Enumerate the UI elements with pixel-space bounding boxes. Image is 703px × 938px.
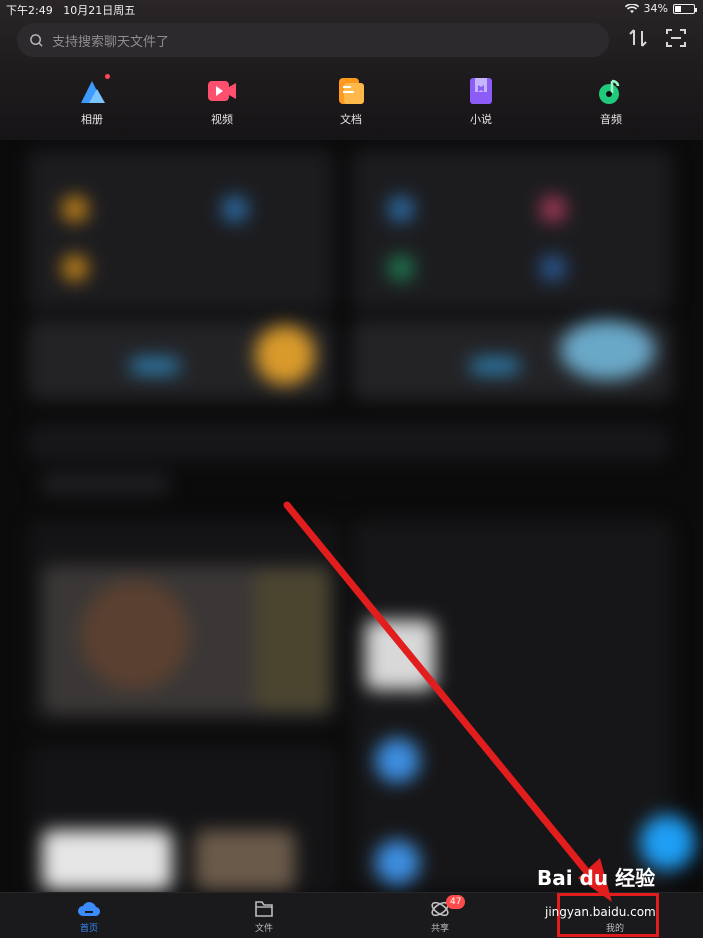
- baidu-watermark: Bai du 经验: [537, 866, 656, 890]
- watermark-url: jingyan.baidu.com: [545, 905, 656, 919]
- annotation-arrow: [283, 501, 612, 902]
